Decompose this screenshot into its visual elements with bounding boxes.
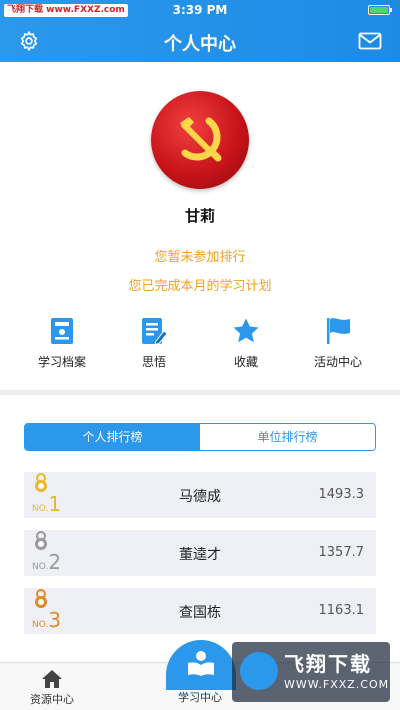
menu-reflection[interactable]: 思悟 [104, 317, 204, 377]
nav-resource-center-label: 资源中心 [30, 693, 74, 706]
nav-resource-center[interactable]: 资源中心 [2, 669, 102, 707]
book-icon [188, 651, 214, 676]
home-icon [42, 670, 62, 688]
section-divider [0, 390, 400, 395]
ranking-score: 1163.1 [318, 603, 365, 618]
ranking-score: 1357.7 [318, 545, 365, 560]
watermark-title: 飞翔下载 [284, 652, 372, 676]
star-icon [233, 318, 259, 343]
menu-study-archive-label: 学习档案 [37, 355, 86, 369]
archive-icon [51, 318, 73, 344]
ranking-row[interactable]: NO.2 董逵才 1357.7 [24, 530, 376, 576]
ranking-row[interactable]: NO.1 马德成 1493.3 [24, 472, 376, 518]
tab-unit-ranking[interactable]: 单位排行榜 [200, 424, 375, 450]
plan-status-text: 您已完成本月的学习计划 [128, 279, 272, 294]
study-center-button[interactable] [166, 640, 236, 690]
battery-icon [368, 5, 392, 15]
tab-personal-ranking[interactable]: 个人排行榜 [25, 424, 200, 450]
note-edit-icon [142, 318, 168, 345]
download-site-watermark: 飞翔下载 WWW.FXXZ.COM [232, 642, 390, 702]
avatar[interactable] [151, 91, 249, 189]
ranking-score: 1493.3 [318, 487, 365, 502]
menu-activity-center[interactable]: 活动中心 [288, 317, 388, 377]
user-name: 甘莉 [184, 207, 215, 225]
menu-favorites[interactable]: 收藏 [196, 317, 296, 377]
title-bar: 个人中心 [0, 22, 400, 60]
status-time: 3:39 PM [172, 3, 228, 17]
menu-activity-center-label: 活动中心 [313, 355, 362, 369]
watermark-logo-icon [240, 652, 278, 690]
ranking-tabs: 个人排行榜 单位排行榜 [24, 423, 376, 451]
header: 飞翔下载 www.FXXZ.com 3:39 PM 个人中心 [0, 0, 400, 62]
status-bar: 飞翔下载 www.FXXZ.com 3:39 PM [0, 0, 400, 20]
menu-favorites-label: 收藏 [233, 355, 258, 369]
rank-status-text: 您暂未参加排行 [154, 250, 246, 265]
ranking-row[interactable]: NO.3 查国栋 1163.1 [24, 588, 376, 634]
watermark-url: WWW.FXXZ.COM [284, 678, 390, 691]
page-title: 个人中心 [164, 34, 236, 55]
mail-icon[interactable] [358, 32, 382, 50]
menu-reflection-label: 思悟 [141, 355, 166, 369]
party-emblem-icon [180, 117, 222, 162]
menu-study-archive[interactable]: 学习档案 [12, 317, 112, 377]
flag-icon [327, 318, 350, 344]
